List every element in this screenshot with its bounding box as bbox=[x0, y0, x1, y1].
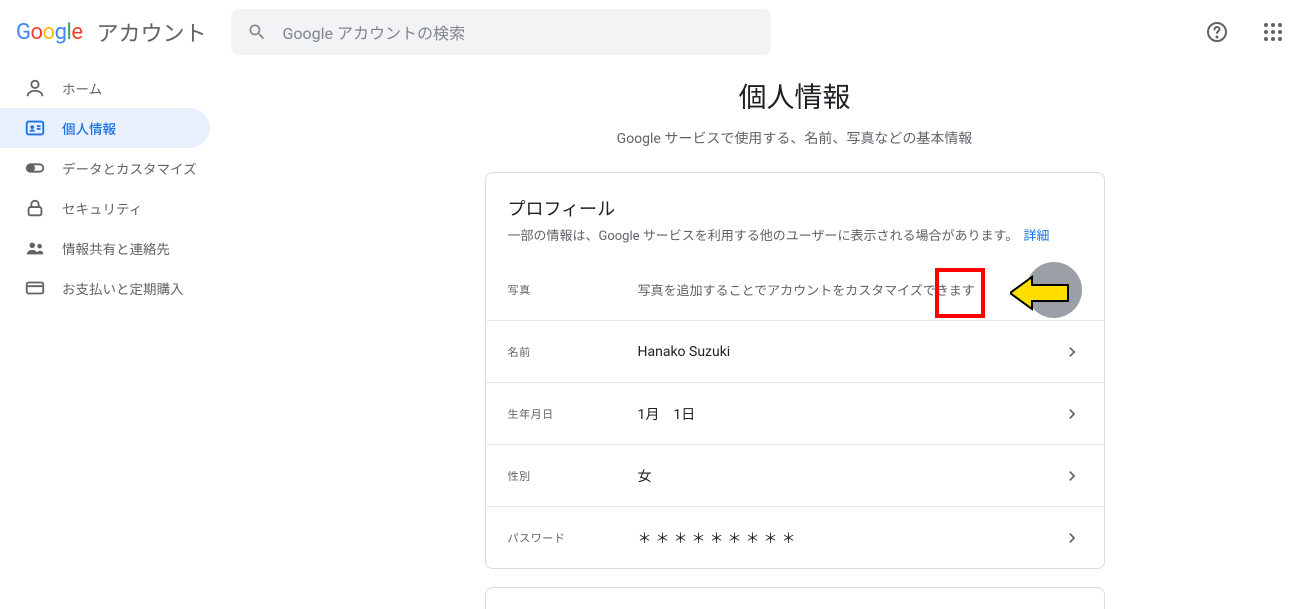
row-label: パスワード bbox=[508, 530, 638, 546]
profile-card-title: プロフィール bbox=[486, 173, 1104, 225]
home-icon bbox=[24, 77, 46, 99]
sidebar-item-label: お支払いと定期購入 bbox=[62, 278, 184, 298]
profile-card: プロフィール 一部の情報は、Google サービスを利用する他のユーザーに表示さ… bbox=[485, 172, 1105, 569]
sidebar-item-label: 個人情報 bbox=[62, 118, 116, 138]
main-content: 個人情報 Google サービスで使用する、名前、写真などの基本情報 プロフィー… bbox=[280, 64, 1309, 609]
search-placeholder: Google アカウントの検索 bbox=[283, 20, 465, 44]
profile-card-desc: 一部の情報は、Google サービスを利用する他のユーザーに表示される場合があり… bbox=[486, 225, 1104, 252]
lock-icon bbox=[24, 197, 46, 219]
help-icon bbox=[1205, 20, 1229, 44]
row-value: 写真を追加することでアカウントをカスタマイズできます bbox=[638, 280, 1082, 299]
profile-row-birthday[interactable]: 生年月日 1月 1日 bbox=[486, 382, 1104, 444]
chevron-right-icon bbox=[1062, 528, 1082, 548]
search-icon bbox=[247, 22, 267, 42]
profile-row-password[interactable]: パスワード ＊＊＊＊＊＊＊＊＊ bbox=[486, 506, 1104, 568]
google-logo: Google bbox=[16, 20, 82, 45]
sidebar-item-home[interactable]: ホーム bbox=[0, 68, 210, 108]
row-value: 1月 1日 bbox=[638, 404, 1062, 424]
sidebar-item-label: セキュリティ bbox=[62, 198, 142, 218]
sidebar-item-people[interactable]: 情報共有と連絡先 bbox=[0, 228, 210, 268]
chevron-right-icon bbox=[1062, 466, 1082, 486]
sidebar: ホーム 個人情報 データとカスタマイズ セキュリティ 情報共有と連絡先 お支払い… bbox=[0, 64, 280, 609]
sidebar-item-data[interactable]: データとカスタマイズ bbox=[0, 148, 210, 188]
sidebar-item-security[interactable]: セキュリティ bbox=[0, 188, 210, 228]
row-value: ＊＊＊＊＊＊＊＊＊ bbox=[638, 528, 1062, 548]
contact-card-title: 連絡先情報 bbox=[486, 588, 1104, 609]
chevron-right-icon bbox=[1062, 342, 1082, 362]
profile-row-name[interactable]: 名前 Hanako Suzuki bbox=[486, 320, 1104, 382]
profile-row-gender[interactable]: 性別 女 bbox=[486, 444, 1104, 506]
apps-button[interactable] bbox=[1253, 12, 1293, 52]
sidebar-item-payments[interactable]: お支払いと定期購入 bbox=[0, 268, 210, 308]
card-icon bbox=[24, 277, 46, 299]
help-button[interactable] bbox=[1197, 12, 1237, 52]
sidebar-item-label: ホーム bbox=[62, 78, 102, 98]
contact-card: 連絡先情報 メール 電話 bbox=[485, 587, 1105, 609]
page-title: 個人情報 bbox=[738, 76, 850, 116]
profile-card-desc-text: 一部の情報は、Google サービスを利用する他のユーザーに表示される場合があり… bbox=[508, 229, 1019, 244]
id-card-icon bbox=[24, 117, 46, 139]
apps-icon bbox=[1264, 23, 1282, 41]
sidebar-item-label: 情報共有と連絡先 bbox=[62, 238, 170, 258]
app-name: アカウント bbox=[96, 16, 206, 48]
people-icon bbox=[24, 237, 46, 259]
profile-row-photo[interactable]: 写真 写真を追加することでアカウントをカスタマイズできます bbox=[486, 258, 1104, 320]
row-value: 女 bbox=[638, 466, 1062, 486]
learn-more-link[interactable]: 詳細 bbox=[1023, 229, 1049, 244]
chevron-right-icon bbox=[1062, 404, 1082, 424]
row-label: 名前 bbox=[508, 344, 638, 360]
sidebar-item-label: データとカスタマイズ bbox=[62, 158, 197, 178]
row-value: Hanako Suzuki bbox=[638, 344, 1062, 360]
row-label: 性別 bbox=[508, 468, 638, 484]
row-label: 生年月日 bbox=[508, 406, 638, 422]
avatar[interactable] bbox=[1026, 262, 1082, 318]
toggle-icon bbox=[24, 157, 46, 179]
sidebar-item-personal-info[interactable]: 個人情報 bbox=[0, 108, 210, 148]
row-label: 写真 bbox=[508, 282, 638, 298]
search-box[interactable]: Google アカウントの検索 bbox=[231, 9, 771, 55]
page-subtitle: Google サービスで使用する、名前、写真などの基本情報 bbox=[617, 128, 973, 148]
